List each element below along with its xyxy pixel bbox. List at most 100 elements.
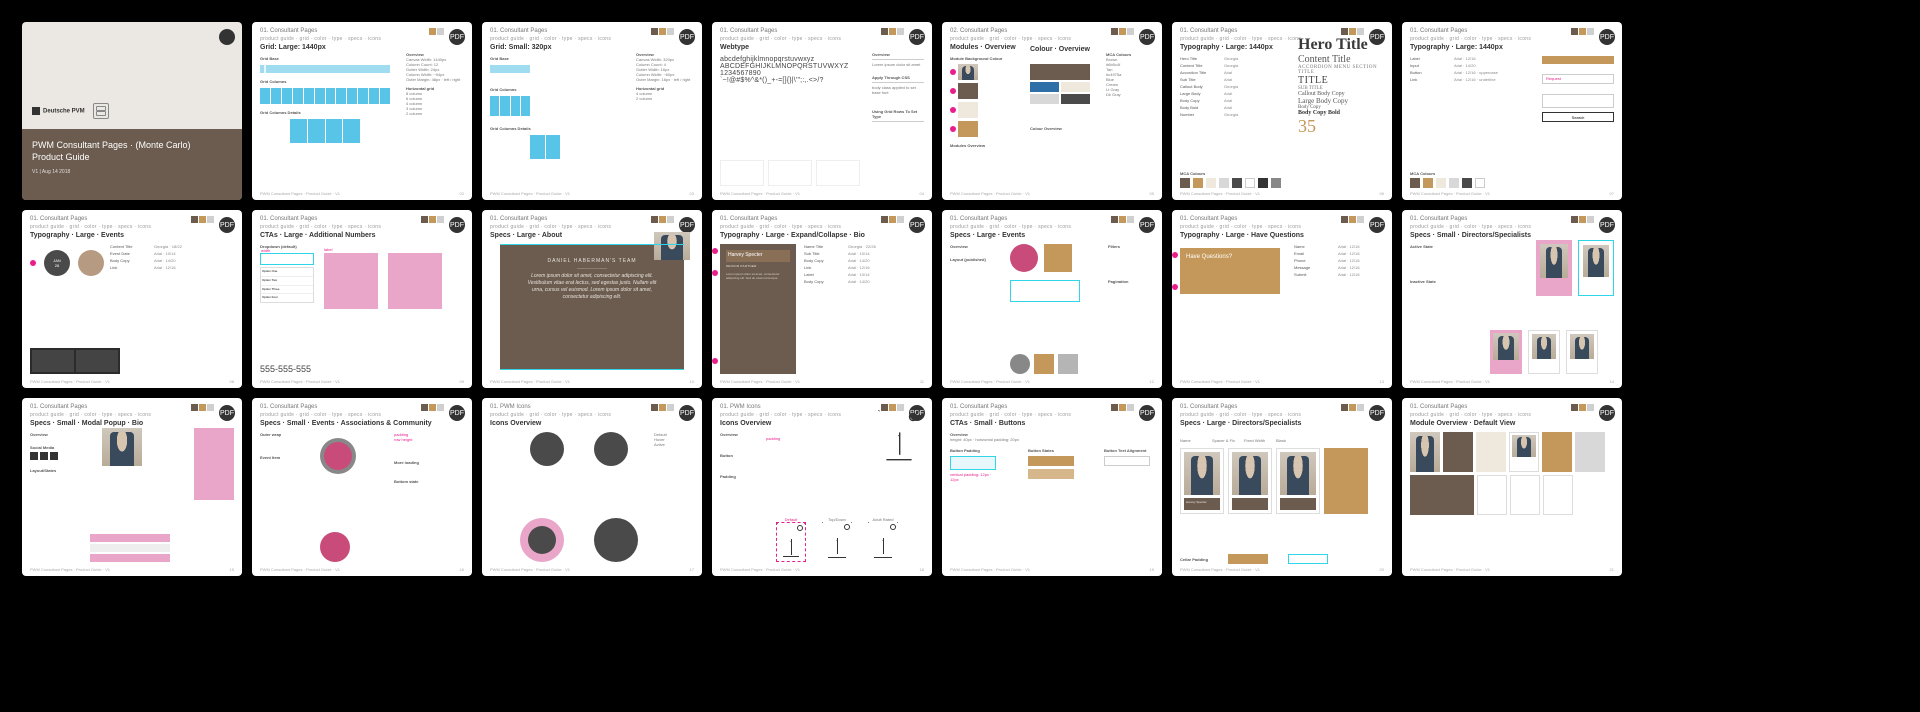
- page-webtype[interactable]: PDF 01. Consultant Pages product guide ·…: [712, 22, 932, 200]
- date-badge: JAN 28: [44, 250, 70, 276]
- label: Label: [804, 272, 844, 277]
- breadcrumb: product guide · grid · color · type · sp…: [490, 412, 611, 418]
- page-footer: PWM Consultant Pages · Product Guide · V…: [1180, 191, 1260, 196]
- pdf-badge-icon: PDF: [1369, 217, 1385, 233]
- type-sample: Hero Title: [1298, 36, 1384, 54]
- swatch-icon: [1587, 404, 1594, 411]
- dark-panel: [30, 348, 120, 374]
- menu-item: Option Three: [261, 286, 313, 295]
- type-sample: Large Body Copy: [1298, 97, 1384, 105]
- annotation-dot-icon: [950, 126, 956, 132]
- page-footer: PWM Consultant Pages · Product Guide · V…: [720, 379, 800, 384]
- page-specs-large-directors[interactable]: PDF 01. Consultant Pages product guide ·…: [1172, 398, 1392, 576]
- pdf-badge-icon: PDF: [449, 29, 465, 45]
- type-sample: TITLE: [1298, 75, 1384, 86]
- state-label: Active: [654, 442, 694, 447]
- pdf-badge-icon: PDF: [1139, 217, 1155, 233]
- swatch-icon: [659, 216, 666, 223]
- page-typography-events[interactable]: PDF 01. Consultant Pages product guide ·…: [22, 210, 242, 388]
- annotation-dot-icon: [712, 270, 718, 276]
- page-footer: PWM Consultant Pages · Product Guide · V…: [260, 379, 340, 384]
- page-specs-events[interactable]: PDF 01. Consultant Pages product guide ·…: [942, 210, 1162, 388]
- swatch-icon: [1357, 216, 1364, 223]
- swatch-icon: [429, 28, 436, 35]
- annotation-dot-icon: [712, 358, 718, 364]
- table-cell: Content Title: [1180, 63, 1220, 68]
- label: Body Copy: [804, 279, 844, 284]
- page-footer: PWM Consultant Pages · Product Guide · V…: [30, 379, 110, 384]
- page-footer: PWM Consultant Pages · Product Guide · V…: [490, 379, 570, 384]
- page-grid-large[interactable]: PDF 01. Consultant Pages product guide ·…: [252, 22, 472, 200]
- date-badge: [320, 532, 350, 562]
- page-number: 13: [1380, 379, 1384, 384]
- page-title: Module Overview · Default View: [1410, 420, 1515, 427]
- page-grid-small[interactable]: PDF 01. Consultant Pages product guide ·…: [482, 22, 702, 200]
- breadcrumb: product guide · grid · color · type · sp…: [260, 224, 381, 230]
- icon-annotated: [520, 518, 564, 562]
- page-icons-overview-2[interactable]: PDF 01. PWM Icons product guide · grid ·…: [712, 398, 932, 576]
- annotation-dot-icon: [950, 69, 956, 75]
- section-label: Colour Overview: [1030, 126, 1090, 131]
- page-typography-hero[interactable]: PDF 01. Consultant Pages product guide ·…: [1172, 22, 1392, 200]
- button-sample: [1028, 456, 1074, 466]
- page-module-overview[interactable]: PDF 01. Consultant Pages product guide ·…: [1402, 398, 1622, 576]
- page-number: 20: [1380, 567, 1384, 572]
- section-label: Grid Base: [260, 56, 390, 61]
- page-header: 01. Consultant Pages: [720, 216, 777, 222]
- section-label: Button States: [1028, 448, 1074, 453]
- label: Phone: [1294, 258, 1334, 263]
- page-footer: PWM Consultant Pages · Product Guide · V…: [490, 191, 570, 196]
- spec-line: Outer Margin: 48px · left / right: [406, 77, 464, 82]
- page-specs-small-directors[interactable]: PDF 01. Consultant Pages product guide ·…: [1402, 210, 1622, 388]
- panel-title: Have Questions?: [1186, 254, 1274, 260]
- pdf-badge-icon: PDF: [1599, 405, 1615, 421]
- page-typography-form[interactable]: PDF 01. Consultant Pages product guide ·…: [1402, 22, 1622, 200]
- page-header: 01. Consultant Pages: [950, 404, 1007, 410]
- swatch-icon: [1127, 28, 1134, 35]
- swatch-icon: [1579, 404, 1586, 411]
- annotation-dot-icon: [1172, 284, 1178, 290]
- label: Submit: [1294, 272, 1334, 277]
- social-icon: [30, 452, 38, 460]
- swatch-strip-label: MCA Colours: [1410, 171, 1485, 176]
- table-cell: Georgia: [1224, 84, 1290, 89]
- page-ctas-large[interactable]: PDF 01. Consultant Pages product guide ·…: [252, 210, 472, 388]
- page-typography-bio[interactable]: PDF 01. Consultant Pages product guide ·…: [712, 210, 932, 388]
- page-footer: PWM Consultant Pages · Product Guide · V…: [950, 191, 1030, 196]
- breadcrumb: product guide · grid · color · type · sp…: [260, 36, 381, 42]
- section-label: Apply Through CSS: [872, 75, 924, 80]
- page-specs-modal-bio[interactable]: PDF 01. Consultant Pages product guide ·…: [22, 398, 242, 576]
- page-number: 05: [1150, 191, 1154, 196]
- swatch-icon: [667, 404, 674, 411]
- section-label: Modules Overview: [950, 143, 1016, 148]
- page-ctas-small[interactable]: PDF 01. Consultant Pages product guide ·…: [942, 398, 1162, 576]
- col-label: Name: [1180, 438, 1208, 443]
- cover-card[interactable]: Deutsche PVM PWM Consultant Pages · (Mon…: [22, 22, 242, 200]
- col-label: Blank: [1276, 438, 1304, 443]
- table-cell: Sub Title: [1180, 77, 1220, 82]
- about-photo: [654, 232, 690, 260]
- page-footer: PWM Consultant Pages · Product Guide · V…: [260, 567, 340, 572]
- label: Name: [1294, 244, 1334, 249]
- section-label: Grid Columns: [490, 87, 620, 92]
- label: Content Title: [110, 244, 150, 249]
- page-header: 01. Consultant Pages: [1410, 404, 1467, 410]
- breadcrumb: product guide · grid · color · type · sp…: [720, 36, 841, 42]
- page-specs-about[interactable]: PDF 01. Consultant Pages product guide ·…: [482, 210, 702, 388]
- page-title: Icons Overview: [720, 420, 771, 427]
- social-icon: [40, 452, 48, 460]
- page-title: Specs · Small · Events · Associations & …: [260, 420, 432, 427]
- page-icons-overview-1[interactable]: PDF 01. PWM Icons product guide · grid ·…: [482, 398, 702, 576]
- page-specs-small-events[interactable]: PDF 01. Consultant Pages product guide ·…: [252, 398, 472, 576]
- label: Name Title: [804, 244, 844, 249]
- page-title: Webtype: [720, 44, 749, 51]
- thumbnail-preview: [958, 83, 978, 99]
- cover-title-line1: PWM Consultant Pages · (Monte Carlo): [32, 139, 232, 151]
- type-sample: ACCORDION MENU SECTION TITLE: [1298, 65, 1384, 75]
- page-typography-questions[interactable]: PDF 01. Consultant Pages product guide ·…: [1172, 210, 1392, 388]
- module-preview: [1543, 475, 1573, 515]
- page-modules-colour[interactable]: PDF 02. Consultant Pages product guide ·…: [942, 22, 1162, 200]
- section-label: Grid Columns Details: [490, 126, 620, 131]
- section-label: Grid Columns Details: [260, 110, 390, 115]
- section-label: Padding: [720, 474, 766, 479]
